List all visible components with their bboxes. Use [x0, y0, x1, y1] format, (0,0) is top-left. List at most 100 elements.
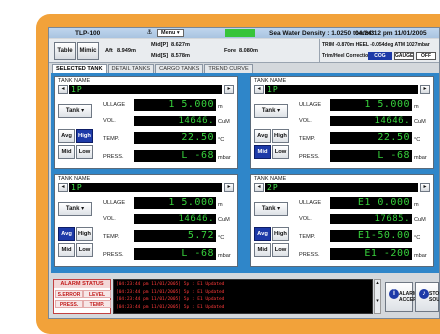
alarm-status-box: ALARM STATUS S.ERROR LEVEL PRESS. TEMP. — [53, 279, 111, 314]
volume-label: VOL. — [299, 216, 312, 222]
tank-panel: TANK NAME ◂ 1P ▸ Tank ▾ Avg High Mid Low… — [54, 76, 238, 169]
temperature-unit: °C — [218, 235, 225, 241]
stop-sound-button[interactable]: ♪ STOP SOUND — [415, 282, 439, 312]
tank-select-button[interactable]: Tank ▾ — [58, 202, 92, 216]
mode-low-button[interactable]: Low — [272, 145, 289, 159]
alarm-status-bar: ALARM STATUS S.ERROR LEVEL PRESS. TEMP. … — [49, 276, 439, 318]
volume-unit: CuM — [414, 217, 426, 223]
mode-high-button[interactable]: High — [76, 129, 93, 143]
alarm-temp[interactable]: TEMP. — [83, 300, 111, 308]
next-tank-arrow-icon[interactable]: ▸ — [420, 183, 430, 192]
pressure-label: PRESS. — [299, 154, 320, 160]
ullage-unit: m — [218, 202, 223, 208]
pressure-unit: mbar — [218, 155, 231, 161]
temperature-label: TEMP. — [299, 136, 316, 142]
volume-display: 14646. — [134, 214, 216, 224]
temperature-display: 22.50 — [134, 132, 216, 144]
tank-name-display: 2P — [265, 183, 418, 192]
alarm-press[interactable]: PRESS. — [55, 300, 83, 308]
pressure-unit: mbar — [414, 155, 427, 161]
log-line: [04:23:44 pm 11/01/2005] 5p : E1 Updated — [116, 297, 225, 303]
trim-heel-correction-label: Trim/Heel Correction — [322, 53, 372, 59]
mode-low-button[interactable]: Low — [76, 243, 93, 257]
temperature-unit: °C — [218, 137, 225, 143]
alarm-status-title: ALARM STATUS — [54, 280, 110, 288]
tank-panel: TANK NAME ◂ 1P ▸ Tank ▾ Avg High Mid Low… — [54, 174, 238, 267]
off-button[interactable]: OFF — [416, 52, 436, 60]
mode-avg-button[interactable]: Avg — [254, 129, 271, 143]
volume-unit: CuM — [218, 119, 230, 125]
tank-select-button[interactable]: Tank ▾ — [254, 104, 288, 118]
ullage-display: 1 5.000 — [134, 99, 216, 111]
pressure-label: PRESS. — [103, 252, 124, 258]
volume-unit: CuM — [414, 119, 426, 125]
prev-tank-arrow-icon[interactable]: ◂ — [58, 85, 68, 94]
tank-select-button[interactable]: Tank ▾ — [58, 104, 92, 118]
alarm-serror[interactable]: S.ERROR — [55, 290, 83, 298]
mode-avg-button[interactable]: Avg — [58, 227, 75, 241]
clock: 04:24:12 pm 11/01/2005 — [355, 29, 427, 37]
mode-high-button[interactable]: High — [272, 227, 289, 241]
mimic-button[interactable]: Mimic — [77, 42, 99, 60]
aft-value: 8.949m — [117, 48, 136, 54]
temperature-display: 5.72 — [134, 230, 216, 242]
tank-select-button[interactable]: Tank ▾ — [254, 202, 288, 216]
ullage-label: ULLAGE — [103, 102, 126, 108]
table-button[interactable]: Table — [54, 42, 76, 60]
ullage-unit: m — [414, 202, 419, 208]
pressure-unit: mbar — [414, 253, 427, 259]
mode-high-button[interactable]: High — [76, 227, 93, 241]
next-tank-arrow-icon[interactable]: ▸ — [224, 85, 234, 94]
mode-mid-button[interactable]: Mid — [58, 243, 75, 257]
mode-high-button[interactable]: High — [272, 129, 289, 143]
next-tank-arrow-icon[interactable]: ▸ — [420, 85, 430, 94]
ullage-label: ULLAGE — [299, 200, 322, 206]
mode-mid-button[interactable]: Mid — [254, 145, 271, 159]
alarm-accept-button[interactable]: i ALARM ACCEPT — [385, 282, 420, 312]
log-line: [04:23:44 pm 11/01/2005] 5p : E1 Updated — [116, 289, 225, 295]
cog-button[interactable]: COG — [368, 52, 392, 60]
mode-avg-button[interactable]: Avg — [58, 129, 75, 143]
mode-low-button[interactable]: Low — [76, 145, 93, 159]
draft-info-bar: Table Mimic Aft 8.949m Mid[P] 8.627m Mid… — [49, 39, 439, 63]
pressure-display: L -68 — [134, 150, 216, 162]
alarm-log: [04:23:44 pm 11/01/2005] 5p : E1 Updated… — [113, 279, 373, 314]
prev-tank-arrow-icon[interactable]: ◂ — [58, 183, 68, 192]
next-tank-arrow-icon[interactable]: ▸ — [224, 183, 234, 192]
ullage-display: 1 5.000 — [134, 197, 216, 209]
tank-name-display: 1P — [265, 85, 418, 94]
pressure-display: L -68 — [134, 248, 216, 260]
mode-low-button[interactable]: Low — [272, 243, 289, 257]
ullage-label: ULLAGE — [299, 102, 322, 108]
tank-panels-area: TANK NAME ◂ 1P ▸ Tank ▾ Avg High Mid Low… — [51, 73, 439, 273]
volume-unit: CuM — [218, 217, 230, 223]
volume-label: VOL. — [299, 118, 312, 124]
ullage-unit: m — [218, 104, 223, 110]
speaker-icon: ♪ — [419, 289, 429, 299]
tab-selected-tank[interactable]: SELECTED TANK — [52, 64, 107, 73]
ullage-display: E1 0.000 — [330, 197, 412, 209]
mode-mid-button[interactable]: Mid — [254, 243, 271, 257]
title-bar: TLP-100 ⚓ Menu ▾ Sea Water Density : 1.0… — [49, 28, 439, 38]
prev-tank-arrow-icon[interactable]: ◂ — [254, 85, 264, 94]
volume-label: VOL. — [103, 216, 116, 222]
mode-mid-button[interactable]: Mid — [58, 145, 75, 159]
alarm-level[interactable]: LEVEL — [83, 290, 111, 298]
tab-trend-curve[interactable]: TREND CURVE — [204, 64, 253, 73]
gauge-button[interactable]: GAUGE — [394, 52, 414, 60]
ullage-display: 1 5.000 — [330, 99, 412, 111]
tank-name-label: TANK NAME — [58, 176, 91, 182]
prev-tank-arrow-icon[interactable]: ◂ — [254, 183, 264, 192]
tab-detail-tanks[interactable]: DETAIL TANKS — [107, 64, 155, 73]
ullage-label: ULLAGE — [103, 200, 126, 206]
mode-avg-button[interactable]: Avg — [254, 227, 271, 241]
tank-name-display: 1P — [69, 85, 222, 94]
info-icon: i — [389, 289, 399, 299]
log-scrollbar[interactable]: ▴ ▾ — [374, 279, 381, 314]
menu-dropdown[interactable]: Menu ▾ — [157, 29, 184, 37]
mid-p-value: 8.627m — [171, 42, 190, 48]
tab-cargo-tanks[interactable]: CARGO TANKS — [155, 64, 204, 73]
temperature-label: TEMP. — [299, 234, 316, 240]
divider — [319, 39, 320, 63]
fore-label: Fore — [224, 48, 237, 54]
